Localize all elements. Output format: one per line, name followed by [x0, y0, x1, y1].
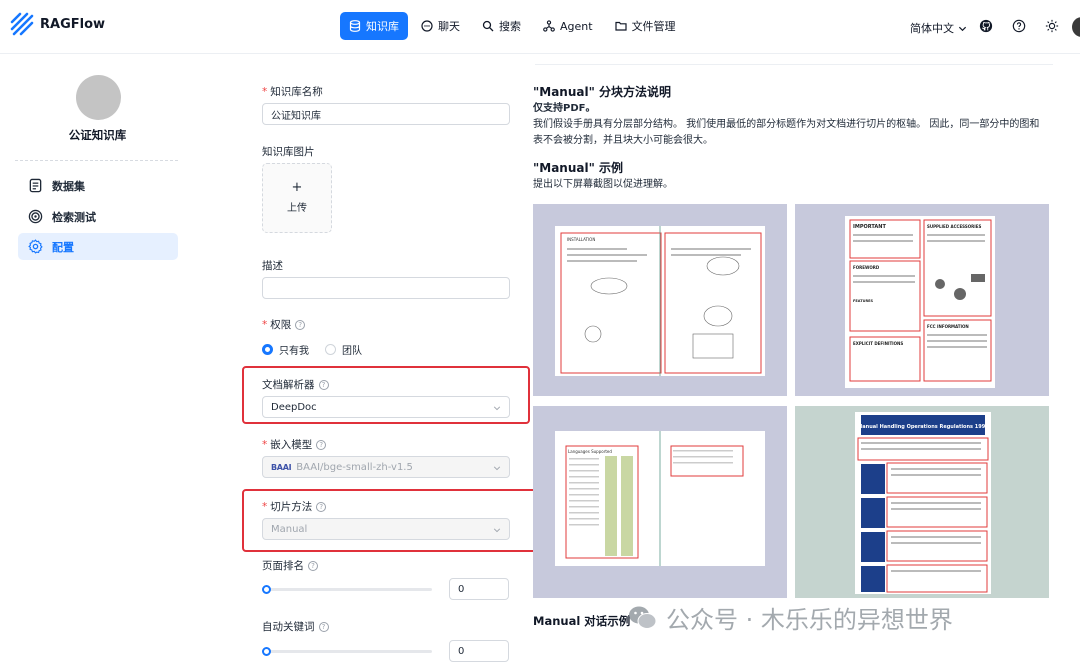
- kb-name: 公证知识库: [68, 128, 127, 142]
- top-bar: RAGFlow 知识库 聊天 搜索 Agent 文件管理 简体中文: [0, 0, 1080, 54]
- method-title: "Manual" 分块方法说明: [533, 85, 672, 99]
- kb-name-label: * 知识库名称: [262, 86, 323, 98]
- radio-label-only-me: 只有我: [279, 346, 309, 357]
- upload-label: 上传: [287, 202, 307, 214]
- auto-keyword-input[interactable]: 0: [449, 640, 509, 662]
- example-image-installation: INSTALLATION: [533, 204, 787, 396]
- database-icon: [349, 20, 361, 32]
- slider-handle[interactable]: [262, 647, 271, 656]
- example-image-manual-handling: Manual Handling Operations Regulations 1…: [795, 406, 1049, 598]
- radio-label-team: 团队: [342, 346, 362, 357]
- parser-highlight-box: [242, 366, 530, 424]
- nav-chat[interactable]: 聊天: [412, 12, 469, 40]
- svg-text:FEATURES: FEATURES: [853, 299, 874, 303]
- auto-keyword-slider[interactable]: [262, 647, 432, 656]
- chunk-method-highlight-box: [242, 489, 540, 552]
- embedding-label: * 嵌入模型?: [262, 437, 327, 452]
- svg-text:Languages Supported: Languages Supported: [568, 449, 612, 454]
- sidebar: 公证知识库 数据集 检索测试 配置: [0, 55, 195, 660]
- svg-text:SUPPLIED ACCESSORIES: SUPPLIED ACCESSORIES: [927, 224, 981, 229]
- folder-icon: [614, 21, 627, 31]
- github-icon[interactable]: [979, 19, 993, 33]
- nav-search[interactable]: 搜索: [473, 12, 530, 40]
- svg-text:INSTALLATION: INSTALLATION: [567, 237, 595, 242]
- slider-handle[interactable]: [262, 585, 271, 594]
- radio-only-me[interactable]: [262, 344, 273, 355]
- auto-keyword-label: 自动关键词?: [262, 619, 329, 634]
- kb-name-input[interactable]: 公证知识库: [262, 103, 510, 125]
- nav-knowledge-base[interactable]: 知识库: [340, 12, 408, 40]
- sidebar-divider: [15, 160, 178, 161]
- page-rank-input[interactable]: 0: [449, 578, 509, 600]
- embedding-value: BAAI/bge-small-zh-v1.5: [296, 461, 413, 473]
- plus-icon: +: [291, 179, 303, 195]
- question-icon: ?: [308, 561, 318, 571]
- nav-label: 知识库: [366, 20, 399, 33]
- gear-icon: [28, 239, 43, 254]
- language-label: 简体中文: [910, 22, 954, 35]
- search-icon: [482, 20, 494, 32]
- sidebar-item-config[interactable]: 配置: [18, 233, 178, 260]
- kb-avatar: [76, 75, 121, 120]
- chat-icon: [421, 20, 433, 32]
- watermark-text: 公众号 · 木乐乐的异想世界: [666, 606, 953, 634]
- help-icon[interactable]: [1012, 19, 1026, 33]
- page-rank-slider[interactable]: [262, 585, 432, 594]
- divider: [535, 64, 1053, 65]
- wechat-icon: [629, 606, 657, 629]
- nav-agent[interactable]: Agent: [534, 12, 602, 40]
- language-selector[interactable]: 简体中文: [910, 20, 967, 36]
- chevron-down-icon: [958, 26, 967, 31]
- example-description: 提出以下屏幕截图以促进理解。: [533, 179, 673, 190]
- main-nav: 知识库 聊天 搜索 Agent 文件管理: [340, 12, 685, 40]
- image-upload-button[interactable]: + 上传: [262, 163, 332, 233]
- embedding-select[interactable]: BAAI BAAI/bge-small-zh-v1.5: [262, 456, 510, 478]
- svg-text:IMPORTANT: IMPORTANT: [853, 224, 886, 230]
- svg-text:FOREWORD: FOREWORD: [853, 265, 880, 270]
- permission-radio-group: 只有我 团队: [262, 342, 362, 357]
- question-icon: ?: [295, 320, 306, 330]
- ragflow-logo-icon[interactable]: [10, 12, 34, 36]
- svg-text:Manual Handling Operations Reg: Manual Handling Operations Regulations 1…: [857, 424, 989, 430]
- pdf-support-text: 仅支持PDF。: [533, 103, 596, 114]
- sidebar-item-dataset[interactable]: 数据集: [18, 172, 178, 199]
- sidebar-item-label: 数据集: [52, 179, 85, 193]
- sidebar-item-label: 配置: [52, 240, 74, 254]
- question-icon: ?: [318, 622, 329, 632]
- description-label: 描述: [262, 260, 283, 272]
- question-icon: ?: [316, 440, 327, 450]
- example-image-languages: Languages Supported: [533, 406, 787, 598]
- svg-text:FCC INFORMATION: FCC INFORMATION: [927, 324, 969, 329]
- dataset-icon: [29, 178, 42, 193]
- example-title: "Manual" 示例: [533, 161, 624, 175]
- kb-image-label: 知识库图片: [262, 146, 315, 158]
- svg-text:EXPLICIT DEFINITIONS: EXPLICIT DEFINITIONS: [853, 341, 903, 346]
- baai-logo: BAAI: [271, 462, 292, 472]
- nav-label: 文件管理: [631, 20, 676, 33]
- page-rank-label: 页面排名?: [262, 558, 318, 573]
- sidebar-item-label: 检索测试: [52, 210, 96, 224]
- watermark: 公众号 · 木乐乐的异想世界: [628, 600, 953, 635]
- permission-label: * 权限?: [262, 317, 306, 332]
- sidebar-item-retrieval-test[interactable]: 检索测试: [18, 203, 178, 230]
- chevron-down-icon: [493, 466, 501, 471]
- description-input[interactable]: [262, 277, 510, 299]
- nav-label: 搜索: [499, 20, 521, 33]
- method-description: 我们假设手册具有分层部分结构。 我们使用最低的部分标题作为对文档进行切片的枢轴。…: [533, 119, 1040, 146]
- user-avatar[interactable]: [1072, 17, 1080, 37]
- sun-theme-icon[interactable]: [1045, 19, 1059, 33]
- nav-file-management[interactable]: 文件管理: [606, 12, 685, 40]
- example-image-important: IMPORTANT SUPPLIED ACCESSORIES FOREWORD …: [795, 204, 1049, 396]
- target-icon: [28, 209, 43, 224]
- brand-name: RAGFlow: [40, 17, 106, 32]
- nav-label: Agent: [560, 19, 593, 33]
- nav-label: 聊天: [438, 20, 460, 33]
- chat-example-title: Manual 对话示例: [533, 614, 631, 628]
- agent-icon: [543, 20, 555, 32]
- radio-team[interactable]: [325, 344, 336, 355]
